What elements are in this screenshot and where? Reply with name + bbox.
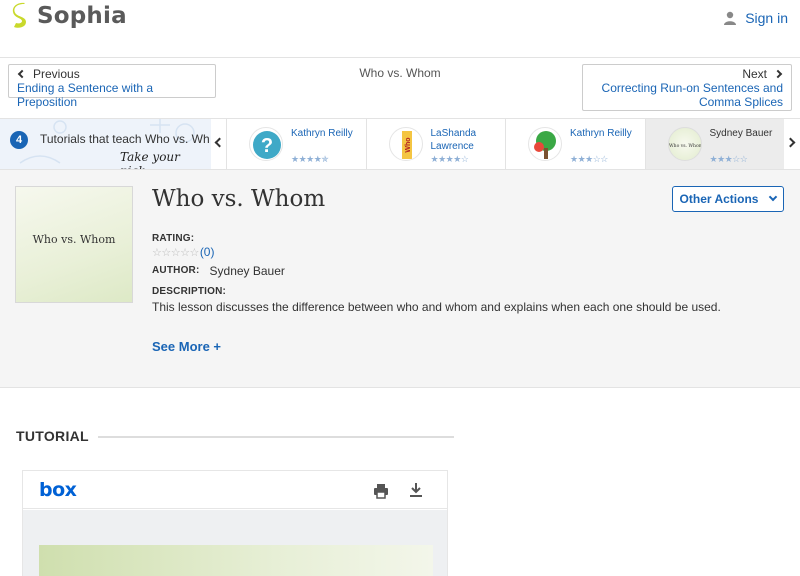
who-whom-thumbnail-icon: Who (401, 131, 412, 159)
sophia-logo[interactable]: Sophia (10, 2, 127, 30)
strip-scroll-left-icon[interactable] (214, 137, 225, 148)
lesson-navigation: Previous Ending a Sentence with a Prepos… (0, 58, 800, 118)
next-lesson-title-line1: Correcting Run-on Sentences and (601, 81, 783, 95)
tutorial-count-badge: 4 (10, 131, 28, 149)
take-your-pick-text: Take your pick: (120, 150, 180, 169)
chevron-down-icon (769, 192, 778, 202)
who-vs-whom-thumbnail-icon: Who vs. Whom (669, 143, 702, 149)
download-icon[interactable] (408, 482, 424, 498)
box-logo[interactable]: box (39, 479, 77, 501)
chevron-left-icon (17, 69, 27, 79)
related-tutorials-intro: 4 Tutorials that teach Who vs. Wh Take y… (0, 119, 211, 169)
lesson-rating[interactable]: ☆☆☆☆☆ (0) (152, 245, 214, 259)
description-label: DESCRIPTION: (152, 286, 227, 297)
strip-scroll-right-icon[interactable] (785, 137, 796, 148)
tutorial-card-current[interactable]: Who vs. Whom Sydney Bauer ★★★☆☆ (644, 119, 784, 169)
tutorial-rating-stars: ★★★★☆ (430, 154, 469, 164)
viewer-document-area (23, 510, 447, 576)
tutorial-thumbnail: Who vs. Whom (667, 127, 702, 161)
related-tutorials-strip: 4 Tutorials that teach Who vs. Wh Take y… (0, 118, 800, 170)
other-actions-button[interactable]: Other Actions (672, 186, 784, 212)
previous-lesson-button[interactable]: Previous Ending a Sentence with a Prepos… (8, 64, 216, 109)
author-name: Sydney Bauer (209, 264, 285, 278)
lesson-thumbnail: Who vs. Whom (15, 186, 133, 303)
tutorial-rating-stars: ★★★☆☆ (570, 154, 608, 164)
previous-label-row: Previous (17, 67, 207, 81)
next-lesson-title-line2: Comma Splices (698, 95, 783, 109)
tutorial-author: LaShanda Lawrence (430, 128, 477, 152)
lesson-overview: Who vs. Whom Who vs. Whom RATING: ☆☆☆☆☆ … (0, 170, 800, 388)
current-lesson-title: Who vs. Whom (359, 66, 441, 80)
author-row: AUTHOR: Sydney Bauer (152, 264, 285, 278)
tutorial-card[interactable]: Kathryn Reilly ★★★☆☆ (505, 119, 645, 169)
tutorial-cards: ? Kathryn Reilly ★★★★✯ Who LaShanda Lawr… (226, 119, 784, 169)
see-more-link[interactable]: See More + (152, 339, 221, 354)
rating-stars-icon: ☆☆☆☆☆ (152, 246, 199, 259)
sign-in-label: Sign in (745, 10, 788, 26)
next-lesson-button[interactable]: Next Correcting Run-on Sentences and Com… (582, 64, 792, 111)
tutorial-thumbnail (528, 127, 562, 161)
tutorial-heading: TUTORIAL (16, 428, 89, 444)
viewer-toolbar: box (23, 471, 447, 509)
svg-text:Who vs. Whom: Who vs. Whom (669, 143, 702, 149)
tutorial-author: Kathryn Reilly (291, 128, 353, 139)
previous-label: Previous (33, 67, 80, 81)
question-mark-icon: ? (253, 131, 281, 159)
user-icon (724, 11, 737, 25)
lesson-title: Who vs. Whom (152, 186, 326, 212)
svg-text:Who: Who (405, 137, 412, 152)
site-header: Sophia Sign in (0, 0, 800, 58)
logo-wordmark: Sophia (37, 3, 127, 29)
tutorial-thumbnail: Who (388, 127, 423, 161)
chevron-right-icon (773, 69, 783, 79)
sophia-logo-icon (12, 2, 26, 28)
tree-icon (534, 131, 556, 159)
tutorial-author: Kathryn Reilly (570, 128, 632, 139)
lesson-thumbnail-text: Who vs. Whom (32, 233, 116, 246)
other-actions-label: Other Actions (679, 192, 759, 206)
next-label: Next (742, 67, 767, 81)
tutorial-card[interactable]: Who LaShanda Lawrence ★★★★☆ (365, 119, 506, 169)
document-page-preview (39, 545, 433, 576)
tutorial-divider (98, 436, 454, 438)
lesson-description: This lesson discusses the difference bet… (152, 300, 721, 314)
svg-text:?: ? (261, 135, 273, 157)
sign-in-link[interactable]: Sign in (723, 10, 788, 26)
rating-label: RATING: (152, 233, 195, 244)
rating-count: (0) (199, 245, 215, 259)
related-tutorials-text: Tutorials that teach Who vs. Wh (40, 132, 210, 146)
previous-lesson-title: Ending a Sentence with a Preposition (17, 81, 154, 109)
box-document-viewer[interactable]: box (22, 470, 448, 576)
next-label-row: Next (591, 67, 783, 81)
author-label: AUTHOR: (152, 265, 200, 276)
tutorial-rating-stars: ★★★★✯ (291, 154, 329, 164)
print-icon[interactable] (373, 483, 389, 499)
tutorial-rating-stars: ★★★☆☆ (709, 154, 748, 164)
tutorial-card[interactable]: ? Kathryn Reilly ★★★★✯ (226, 119, 366, 169)
tutorial-thumbnail: ? (249, 127, 283, 161)
tutorial-author: Sydney Bauer (709, 128, 773, 139)
